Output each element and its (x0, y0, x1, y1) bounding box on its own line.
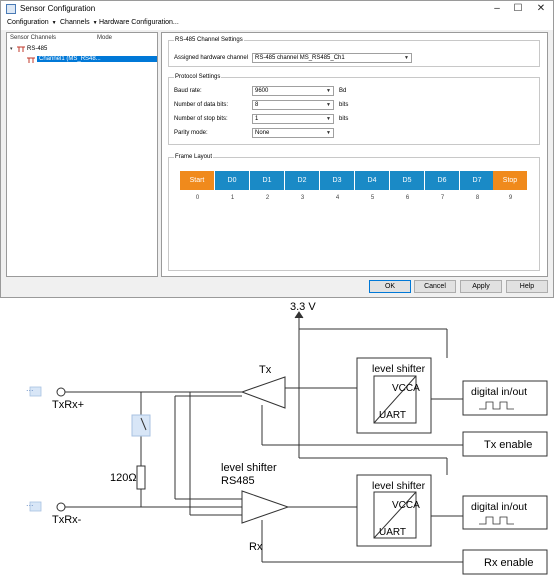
digital-io-top-label: digital in/out (471, 386, 527, 398)
chevron-down-icon: ▼ (326, 88, 331, 94)
frame-index: 8 (475, 195, 480, 201)
maximize-icon[interactable]: ☐ (508, 2, 528, 16)
frame-cell-start: Start (180, 171, 215, 190)
frame-index: 4 (335, 195, 340, 201)
frame-cell-d4: D4 (355, 171, 390, 190)
ls-rs485-line1: level shifter (221, 462, 277, 474)
baud-unit: Bd (339, 88, 347, 94)
frame-index: 2 (265, 195, 270, 201)
txrx-minus-label: TxRx- (52, 514, 82, 526)
frame-index: 5 (370, 195, 375, 201)
rx-enable-label: Rx enable (484, 557, 534, 569)
tx-driver-triangle (240, 376, 286, 409)
txrx-plus-label: TxRx+ (52, 399, 84, 411)
connector-minus (29, 501, 66, 512)
uart-top: UART (379, 410, 406, 421)
protocol-settings-title: Protocol Settings (174, 74, 222, 80)
frame-cell-d7: D7 (460, 171, 495, 190)
frame-index: 0 (195, 195, 200, 201)
chevron-down-icon: ▼ (326, 102, 331, 108)
resistor-label: 120Ω (110, 472, 137, 484)
expand-icon[interactable]: ▾ (10, 46, 13, 52)
parity-select[interactable]: None ▼ (252, 128, 334, 138)
column-header-mode[interactable]: Mode (97, 35, 112, 41)
window-title: Sensor Configuration (20, 4, 96, 13)
menu-channels[interactable]: Channels ▼ (60, 19, 98, 26)
data-bits-select[interactable]: 8 ▼ (252, 100, 334, 110)
hw-channel-select[interactable]: RS-485 channel MS_RS485_Ch1 ▼ (252, 53, 412, 63)
tree-item-channel1[interactable]: Channel1 (MS_RS48... (37, 56, 157, 62)
bus-icon (17, 46, 25, 52)
chevron-down-icon: ▼ (92, 20, 98, 26)
channel-settings-title: RS-485 Channel Settings (174, 37, 244, 43)
baud-rate-select[interactable]: 9600 ▼ (252, 86, 334, 96)
termination-resistor (136, 465, 146, 490)
uart-bottom: UART (379, 527, 406, 538)
data-bits-label: Number of data bits: (174, 102, 229, 108)
ellipsis-plus: ... (26, 383, 34, 393)
column-header-sensor-channels[interactable]: Sensor Channels (10, 35, 56, 41)
chevron-down-icon: ▼ (326, 116, 331, 122)
frame-cell-stop: Stop (493, 171, 528, 190)
tx-label: Tx (259, 364, 272, 376)
ls-rs485-line2: RS485 (221, 475, 255, 487)
menu-bar: Configuration ▼ Channels ▼ Hardware Config… (1, 17, 553, 30)
chevron-down-icon: ▼ (404, 55, 409, 61)
digital-io-bottom-label: digital in/out (471, 501, 527, 513)
rs485-circuit-diagram: ... ... 3.3 V TxRx+ TxRx- 120Ω Tx Rx lev… (26, 301, 548, 575)
frame-index: 9 (508, 195, 513, 201)
tx-enable-label: Tx enable (484, 439, 532, 451)
vcca-bottom: VCCA (392, 500, 420, 511)
vcca-top: VCCA (392, 383, 420, 394)
app-icon (6, 4, 16, 14)
sensor-channels-tree[interactable]: Sensor Channels Mode ▾ RS-485 Channel1 (… (6, 32, 158, 277)
close-icon[interactable]: ✕ (531, 2, 551, 16)
frame-index: 1 (230, 195, 235, 201)
frame-cell-d0: D0 (215, 171, 250, 190)
channel-icon (27, 57, 35, 63)
data-bits-unit: bits (339, 102, 349, 108)
menu-configuration[interactable]: Configuration ▼ (7, 19, 57, 26)
menu-hardware-configuration[interactable]: Hardware Configuration... (99, 19, 179, 26)
frame-index: 7 (440, 195, 445, 201)
frame-cell-d5: D5 (390, 171, 425, 190)
frame-cell-d1: D1 (250, 171, 285, 190)
parity-label: Parity mode: (174, 130, 208, 136)
frame-index: 6 (405, 195, 410, 201)
frame-index: 3 (300, 195, 305, 201)
frame-cell-d6: D6 (425, 171, 460, 190)
frame-cell-d3: D3 (320, 171, 355, 190)
termination-switch (131, 414, 151, 437)
frame-cell-d2: D2 (285, 171, 320, 190)
frame-layout-title: Frame Layout (174, 154, 214, 160)
supply-label: 3.3 V (290, 301, 316, 313)
ls-top-title: level shifter (372, 363, 426, 375)
minimize-icon[interactable]: – (487, 2, 507, 16)
title-bar: Sensor Configuration – ☐ ✕ (1, 1, 553, 17)
ok-button[interactable]: OK (369, 280, 411, 293)
cancel-button[interactable]: Cancel (414, 280, 456, 293)
apply-button[interactable]: Apply (460, 280, 502, 293)
baud-rate-label: Baud rate: (174, 88, 202, 94)
connector-plus (29, 386, 66, 397)
ls-bottom-title: level shifter (372, 480, 426, 492)
help-button[interactable]: Help (506, 280, 548, 293)
chevron-down-icon: ▼ (326, 130, 331, 136)
stop-bits-label: Number of stop bits: (174, 116, 228, 122)
protocol-settings-group (168, 77, 540, 145)
rx-receiver-triangle (241, 490, 290, 524)
hw-channel-label: Assigned hardware channel (174, 55, 249, 61)
ellipsis-minus: ... (26, 498, 34, 508)
chevron-down-icon: ▼ (51, 20, 57, 26)
stop-bits-unit: bits (339, 116, 349, 122)
rx-label: Rx (249, 541, 263, 553)
tree-item-rs485[interactable]: RS-485 (27, 46, 47, 52)
stop-bits-select[interactable]: 1 ▼ (252, 114, 334, 124)
